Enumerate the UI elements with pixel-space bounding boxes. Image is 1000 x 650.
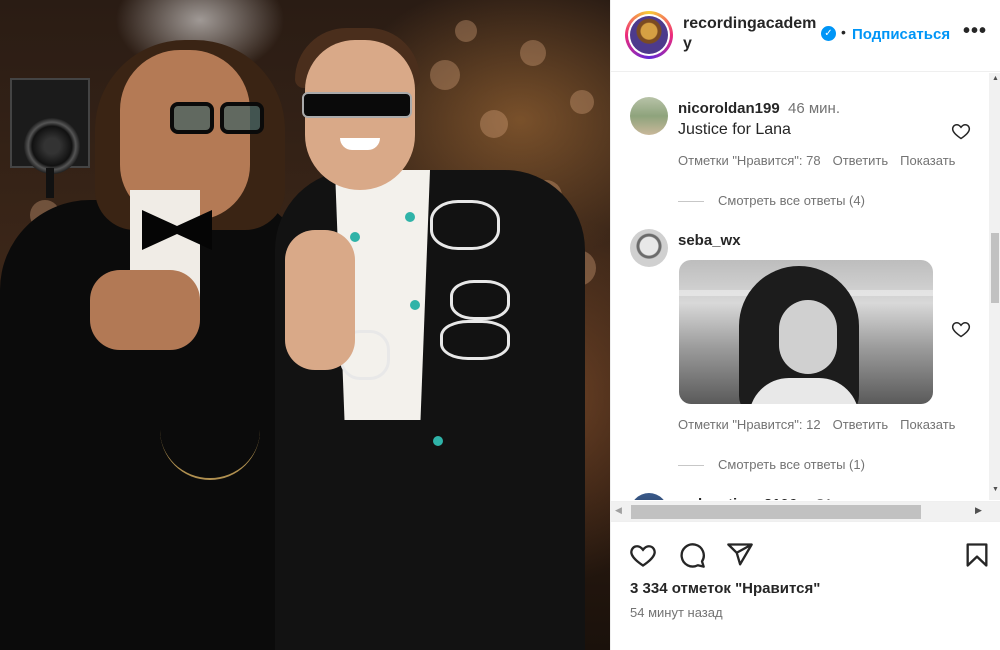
person-right-sunglasses — [302, 92, 412, 118]
author-username[interactable]: recordingacademy — [683, 14, 823, 54]
suit-embroidery — [440, 320, 510, 360]
scroll-thumb[interactable] — [991, 233, 999, 303]
comment-meta: Отметки "Нравится": 78 Ответить Показать — [678, 153, 967, 168]
camera-figure — [10, 78, 90, 198]
comment-avatar[interactable] — [630, 493, 668, 500]
scroll-left-arrow-icon[interactable]: ◀ — [615, 505, 622, 516]
view-replies-button[interactable]: Смотреть все ответы (1) — [678, 457, 865, 472]
follow-button[interactable]: Подписаться — [852, 26, 950, 43]
view-replies-label: Смотреть все ответы (1) — [718, 457, 865, 472]
turquoise-stud — [405, 212, 415, 222]
turquoise-stud — [433, 436, 443, 446]
comments-horizontal-scrollbar[interactable]: ◀ ▶ — [611, 501, 1000, 521]
scroll-down-arrow-icon[interactable]: ▼ — [992, 486, 999, 493]
view-replies-button[interactable]: Смотреть все ответы (4) — [678, 193, 865, 208]
show-translation-button[interactable]: Показать — [900, 153, 955, 168]
comment-likes-count[interactable]: Отметки "Нравится": 78 — [678, 153, 821, 168]
scroll-up-arrow-icon[interactable]: ▲ — [992, 75, 999, 82]
share-icon[interactable] — [726, 541, 754, 569]
comment-meta: Отметки "Нравится": 12 Ответить Показать — [678, 417, 967, 432]
comment-gif-image[interactable] — [679, 260, 933, 404]
author-avatar[interactable] — [625, 11, 673, 59]
person-right-hand — [285, 230, 355, 370]
comment-time[interactable]: 46 мин. — [788, 100, 840, 117]
comments-list[interactable]: nicoroldan199 46 мин. Justice for Lana О… — [611, 73, 1000, 500]
comment-username[interactable]: nicoroldan199 — [678, 100, 780, 117]
reply-button[interactable]: Ответить — [833, 417, 889, 432]
crowd-light — [520, 40, 546, 66]
crowd-light — [455, 20, 477, 42]
post-timestamp[interactable]: 54 минут назад — [630, 605, 723, 620]
comment-text: Justice for Lana — [678, 121, 791, 138]
likes-count[interactable]: 3 334 отметок "Нравится" — [630, 580, 820, 597]
person-right-smile — [340, 138, 380, 150]
reply-divider — [678, 201, 704, 203]
post-actions: 3 334 отметок "Нравится" 54 минут назад — [611, 521, 1000, 650]
crowd-light — [570, 90, 594, 114]
scroll-thumb[interactable] — [631, 505, 921, 519]
bookmark-icon[interactable] — [963, 541, 991, 569]
heart-icon[interactable] — [629, 541, 657, 569]
comment-icon[interactable] — [678, 541, 706, 569]
more-options-icon[interactable]: ••• — [963, 20, 987, 43]
comment-time[interactable]: 31 — [816, 496, 833, 500]
scroll-right-arrow-icon[interactable]: ▶ — [975, 505, 982, 516]
turquoise-stud — [350, 232, 360, 242]
suit-embroidery — [430, 200, 500, 250]
person-left-glasses — [170, 102, 266, 138]
comment-username[interactable]: rodsantiago2106 — [678, 496, 797, 500]
comment-like-icon[interactable] — [951, 319, 971, 339]
reply-divider — [678, 465, 704, 467]
post-photo[interactable] — [0, 0, 610, 650]
comment-like-icon[interactable] — [951, 121, 971, 141]
comment-likes-count[interactable]: Отметки "Нравится": 12 — [678, 417, 821, 432]
comment-username[interactable]: seba_wx — [678, 232, 741, 249]
separator-dot: • — [841, 24, 846, 40]
comment-avatar[interactable] — [630, 97, 668, 135]
show-translation-button[interactable]: Показать — [900, 417, 955, 432]
person-left-hand — [90, 270, 200, 350]
comments-vertical-scrollbar[interactable]: ▲ ▼ — [989, 73, 1000, 500]
suit-embroidery — [450, 280, 510, 320]
reply-button[interactable]: Ответить — [833, 153, 889, 168]
crowd-light — [430, 60, 460, 90]
comment-avatar[interactable] — [630, 229, 668, 267]
verified-icon: ✓ — [821, 26, 836, 41]
view-replies-label: Смотреть все ответы (4) — [718, 193, 865, 208]
turquoise-stud — [410, 300, 420, 310]
post-header: recordingacademy ✓ • Подписаться ••• — [611, 0, 1000, 72]
gramophone-icon — [630, 16, 668, 54]
crowd-light — [480, 110, 508, 138]
post-side-panel: recordingacademy ✓ • Подписаться ••• nic… — [610, 0, 1000, 650]
